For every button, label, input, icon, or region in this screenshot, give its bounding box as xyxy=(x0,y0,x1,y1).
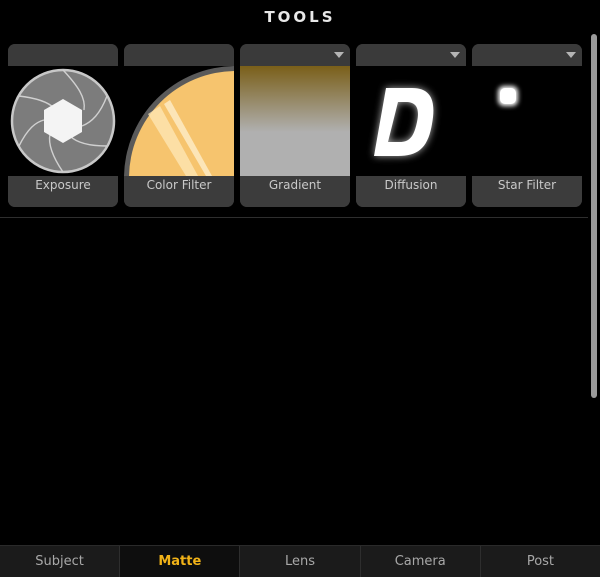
tab-post[interactable]: Post xyxy=(480,546,600,577)
tool-card-exposure[interactable]: Exposure xyxy=(8,44,118,207)
preset-menu-arrow-icon[interactable] xyxy=(450,52,460,58)
tray-divider xyxy=(0,217,588,218)
card-header xyxy=(240,44,350,66)
diffusion-icon xyxy=(374,88,434,156)
vertical-scrollbar[interactable] xyxy=(591,34,597,398)
preset-menu-arrow-icon[interactable] xyxy=(566,52,576,58)
preset-menu-arrow-icon[interactable] xyxy=(334,52,344,58)
star-filter-thumbnail xyxy=(472,66,582,176)
tool-card-diffusion[interactable]: Diffusion xyxy=(356,44,466,207)
card-header xyxy=(472,44,582,66)
star-filter-icon xyxy=(498,86,518,106)
card-header xyxy=(124,44,234,66)
tool-label-gradient: Gradient xyxy=(240,176,350,195)
color-filter-icon xyxy=(124,66,234,176)
tab-subject[interactable]: Subject xyxy=(0,546,121,577)
panel-title: TOOLS xyxy=(264,8,336,26)
card-header xyxy=(356,44,466,66)
tools-panel: TOOLS Exposure Color Filter Gradient Dif… xyxy=(0,0,600,577)
gradient-icon xyxy=(240,66,350,176)
tool-label-exposure: Exposure xyxy=(8,176,118,195)
tool-card-star-filter[interactable]: Star Filter xyxy=(472,44,582,207)
diffusion-thumbnail xyxy=(356,66,466,176)
aperture-icon xyxy=(10,68,116,174)
tool-label-diffusion: Diffusion xyxy=(356,176,466,195)
color-filter-thumbnail xyxy=(124,66,234,176)
tool-card-color-filter[interactable]: Color Filter xyxy=(124,44,234,207)
tab-lens[interactable]: Lens xyxy=(240,546,361,577)
exposure-thumbnail xyxy=(8,66,118,176)
card-header xyxy=(8,44,118,66)
gradient-thumbnail xyxy=(240,66,350,176)
tool-label-star-filter: Star Filter xyxy=(472,176,582,195)
tab-matte[interactable]: Matte xyxy=(120,546,241,577)
tab-camera[interactable]: Camera xyxy=(360,546,481,577)
bottom-tab-bar: Subject Matte Lens Camera Post xyxy=(0,545,600,577)
tool-label-color-filter: Color Filter xyxy=(124,176,234,195)
tool-card-gradient[interactable]: Gradient xyxy=(240,44,350,207)
tool-tray: Exposure Color Filter Gradient Diffusion… xyxy=(8,44,584,208)
